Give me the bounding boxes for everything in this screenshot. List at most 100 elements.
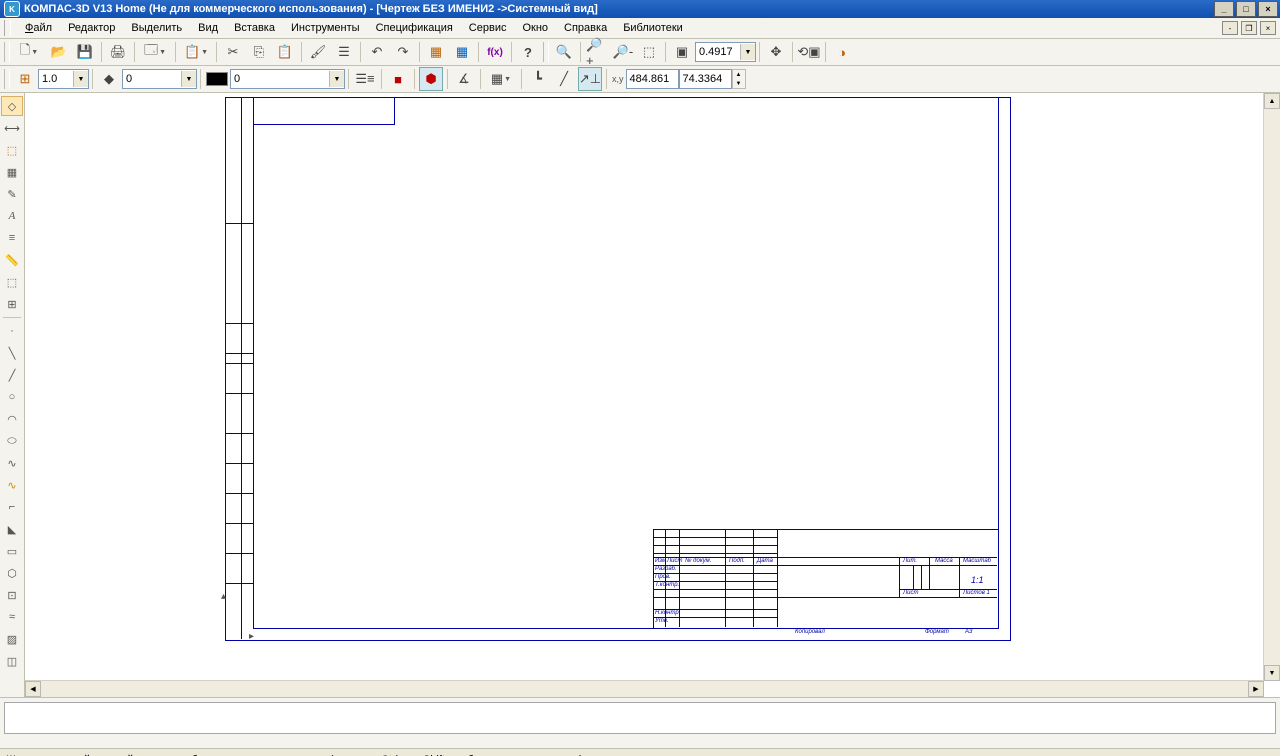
format-label: Формат bbox=[925, 629, 949, 635]
linewidth-combo[interactable]: 1.0▼ bbox=[38, 69, 89, 89]
horizontal-scrollbar[interactable]: ◀ ▶ bbox=[25, 680, 1264, 697]
measure-button[interactable]: 📏 bbox=[1, 250, 23, 270]
menu-spec[interactable]: Спецификация bbox=[368, 20, 461, 36]
ellipse-icon[interactable]: ⬭ bbox=[1, 431, 23, 451]
style-picker-button[interactable]: ◆ bbox=[97, 67, 121, 91]
zoom-window-button[interactable]: ⬚ bbox=[637, 40, 661, 64]
line-icon[interactable]: ╲ bbox=[1, 343, 23, 363]
vertical-scrollbar[interactable]: ▲ ▼ bbox=[1263, 93, 1280, 681]
menu-select[interactable]: Выделить bbox=[123, 20, 190, 36]
mdi-minimize-button[interactable]: - bbox=[1222, 21, 1238, 35]
menu-window[interactable]: Окно bbox=[514, 20, 556, 36]
library-button[interactable]: ▦ bbox=[424, 40, 448, 64]
drawing-canvas[interactable]: Лит. Масса Масштаб 1:1 Лист Листов 1 Изм… bbox=[25, 93, 1280, 697]
refresh-button[interactable]: ◑ bbox=[830, 40, 854, 64]
list2-label: Лист bbox=[667, 558, 682, 564]
menu-service[interactable]: Сервис bbox=[461, 20, 515, 36]
command-input[interactable] bbox=[4, 702, 1276, 734]
preview-button[interactable]: 🗔▼ bbox=[139, 40, 171, 64]
edit-button[interactable]: ✎ bbox=[1, 184, 23, 204]
print-button[interactable]: 🖨 bbox=[106, 40, 130, 64]
arc-icon[interactable]: ◠ bbox=[1, 409, 23, 429]
mdi-restore-button[interactable]: ❐ bbox=[1241, 21, 1257, 35]
grip-icon bbox=[4, 69, 10, 89]
ortho-button[interactable]: ┗ bbox=[526, 67, 550, 91]
hatch2-icon[interactable]: ▨ bbox=[1, 629, 23, 649]
menu-insert[interactable]: Вставка bbox=[226, 20, 283, 36]
mdi-close-button[interactable]: × bbox=[1260, 21, 1276, 35]
zoom-out-button[interactable]: 🔎- bbox=[611, 40, 635, 64]
coord-y-field[interactable]: 74.3364 bbox=[679, 69, 732, 89]
frame-line bbox=[225, 493, 253, 494]
copy-button[interactable]: ⎘ bbox=[247, 40, 271, 64]
menu-libs[interactable]: Библиотеки bbox=[615, 20, 691, 36]
format-painter-button[interactable]: 🖌 bbox=[306, 40, 330, 64]
frame-line bbox=[921, 565, 922, 589]
manager-button[interactable]: ▦ bbox=[450, 40, 474, 64]
surface-button[interactable]: ⬚ bbox=[1, 272, 23, 292]
pan-button[interactable]: ✥ bbox=[764, 40, 788, 64]
close-button[interactable]: × bbox=[1258, 1, 1278, 17]
hatch-button[interactable]: ▦ bbox=[1, 162, 23, 182]
open-button[interactable]: 📂 bbox=[47, 40, 71, 64]
zoom-in-button[interactable]: 🔎+ bbox=[585, 40, 609, 64]
variables-button[interactable]: f(x) bbox=[483, 40, 507, 64]
text-button[interactable]: A bbox=[1, 206, 23, 226]
undo-button[interactable]: ↶ bbox=[365, 40, 389, 64]
menu-file[interactable]: Файл bbox=[17, 20, 60, 36]
polygon-icon[interactable]: ⬡ bbox=[1, 563, 23, 583]
cut-button[interactable]: ✂ bbox=[221, 40, 245, 64]
layer-color-button[interactable] bbox=[205, 67, 229, 91]
point-icon[interactable]: · bbox=[1, 321, 23, 341]
layers-button[interactable]: ☰≡ bbox=[353, 67, 377, 91]
menu-help[interactable]: Справка bbox=[556, 20, 615, 36]
scheme-button[interactable]: 📋▼ bbox=[180, 40, 212, 64]
notation-button[interactable]: ⬚ bbox=[1, 140, 23, 160]
menu-view[interactable]: Вид bbox=[190, 20, 226, 36]
zoom-combo[interactable]: 0.4917▼ bbox=[695, 42, 756, 62]
maximize-button[interactable]: □ bbox=[1236, 1, 1256, 17]
properties-button[interactable]: ☰ bbox=[332, 40, 356, 64]
minimize-button[interactable]: _ bbox=[1214, 1, 1234, 17]
zoom-scale-button[interactable]: 🔍 bbox=[552, 40, 576, 64]
stop-button[interactable]: ■ bbox=[386, 67, 410, 91]
menubar: Файл Редактор Выделить Вид Вставка Инстр… bbox=[0, 18, 1280, 39]
state-toolbar: ⊞ 1.0▼ ◆ 0▼ 0▼ ☰≡ ■ ⬢ ∡ ▦▼ ┗ ╱ ↗⊥ x,y 48… bbox=[0, 66, 1280, 93]
save-button[interactable]: 💾 bbox=[73, 40, 97, 64]
chamfer-icon[interactable]: ◣ bbox=[1, 519, 23, 539]
spline-icon[interactable]: ∿ bbox=[1, 453, 23, 473]
redo-button[interactable]: ↷ bbox=[391, 40, 415, 64]
zoom-fit-button[interactable]: ▣ bbox=[670, 40, 694, 64]
bezier-icon[interactable]: ∿ bbox=[1, 475, 23, 495]
erase-icon[interactable]: ◫ bbox=[1, 651, 23, 671]
coord-x-field[interactable]: 484.861 bbox=[626, 69, 679, 89]
local-cs-button[interactable]: ↗⊥ bbox=[578, 67, 602, 91]
contour-icon[interactable]: ⊡ bbox=[1, 585, 23, 605]
linestyle-combo[interactable]: 0▼ bbox=[122, 69, 197, 89]
equidist-icon[interactable]: ≈ bbox=[1, 607, 23, 627]
snap-button[interactable]: ⬢ bbox=[419, 67, 443, 91]
frame-line bbox=[653, 617, 777, 618]
fillet-icon[interactable]: ⌐ bbox=[1, 497, 23, 517]
geometry-button[interactable]: ◇ bbox=[1, 96, 23, 116]
coord-stepper[interactable]: ▲ ▼ bbox=[732, 69, 746, 89]
assoc-button[interactable]: ⊞ bbox=[1, 294, 23, 314]
dimensions-button[interactable]: ⟷ bbox=[1, 118, 23, 138]
menu-tools[interactable]: Инструменты bbox=[283, 20, 368, 36]
rect-icon[interactable]: ▭ bbox=[1, 541, 23, 561]
new-button[interactable]: 🗋▼ bbox=[13, 40, 45, 64]
coord-mode-button[interactable]: ⊞ bbox=[13, 67, 37, 91]
zoom-prev-button[interactable]: ⟲▣ bbox=[797, 40, 821, 64]
circle-icon[interactable]: ○ bbox=[1, 387, 23, 407]
angle-button[interactable]: ∡ bbox=[452, 67, 476, 91]
layer-combo[interactable]: 0▼ bbox=[230, 69, 345, 89]
round-button[interactable]: ╱ bbox=[552, 67, 576, 91]
grid-button[interactable]: ▦▼ bbox=[485, 67, 517, 91]
axline-icon[interactable]: ╱ bbox=[1, 365, 23, 385]
param-button[interactable]: ≡ bbox=[1, 228, 23, 248]
paste-button[interactable]: 📋 bbox=[273, 40, 297, 64]
menu-edit[interactable]: Редактор bbox=[60, 20, 123, 36]
titlebar: K КОМПАС-3D V13 Home (Не для коммерческо… bbox=[0, 0, 1280, 18]
help-button[interactable]: ? bbox=[516, 40, 540, 64]
frame-line bbox=[753, 529, 754, 627]
